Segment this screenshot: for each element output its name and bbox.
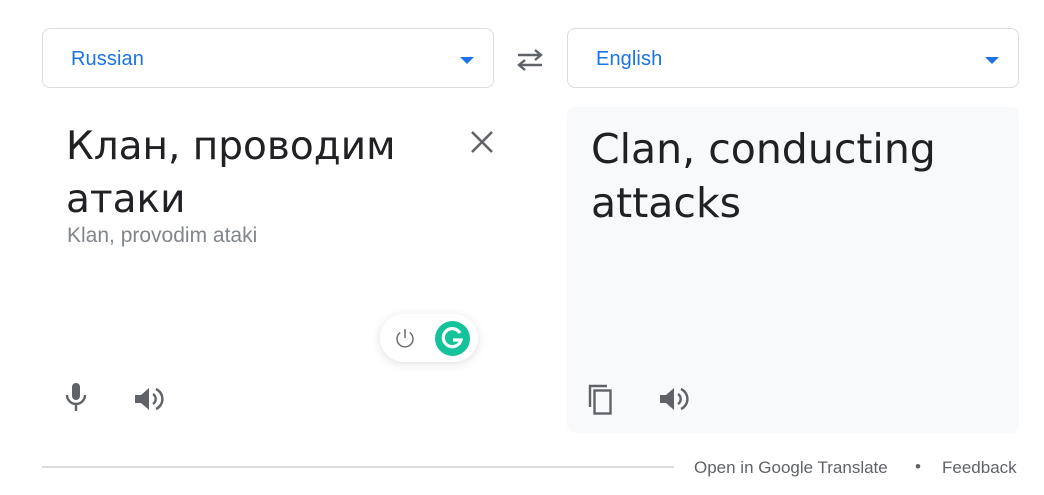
swap-languages-icon [517, 49, 543, 71]
footer-separator: • [915, 457, 921, 476]
target-language-select[interactable]: English [567, 28, 1019, 88]
translation-panel: Clan, conducting attacks [567, 107, 1019, 433]
speaker-icon [135, 387, 164, 411]
source-transliteration: Klan, provodim ataki [67, 224, 258, 247]
source-language-label: Russian [71, 48, 144, 70]
listen-source-button[interactable] [129, 379, 169, 419]
source-language-select[interactable]: Russian [42, 28, 494, 88]
microphone-icon [65, 383, 87, 411]
copy-icon [588, 384, 612, 415]
target-language-label: English [596, 48, 663, 70]
speaker-icon [660, 387, 689, 411]
close-icon [471, 131, 493, 153]
chevron-down-icon [460, 57, 474, 64]
translation-text: Clan, conducting attacks [591, 125, 936, 227]
footer-divider [42, 466, 674, 468]
clear-source-button[interactable] [462, 122, 502, 162]
source-text[interactable]: Клан, проводим атаки [66, 120, 446, 226]
translate-widget: Russian English Клан, проводим атаки Kla… [0, 0, 1044, 495]
grammarly-power-button[interactable] [393, 326, 417, 350]
chevron-down-icon [985, 57, 999, 64]
grammarly-widget [380, 314, 478, 362]
listen-translation-button[interactable] [654, 379, 694, 419]
grammarly-g-icon [441, 327, 464, 349]
copy-translation-button[interactable] [582, 379, 622, 419]
open-in-google-translate-link[interactable]: Open in Google Translate [694, 458, 888, 478]
microphone-button[interactable] [56, 378, 96, 418]
power-icon [396, 329, 414, 348]
feedback-link[interactable]: Feedback [942, 458, 1017, 478]
grammarly-logo-button[interactable] [435, 321, 470, 356]
swap-languages-button[interactable] [510, 40, 550, 80]
